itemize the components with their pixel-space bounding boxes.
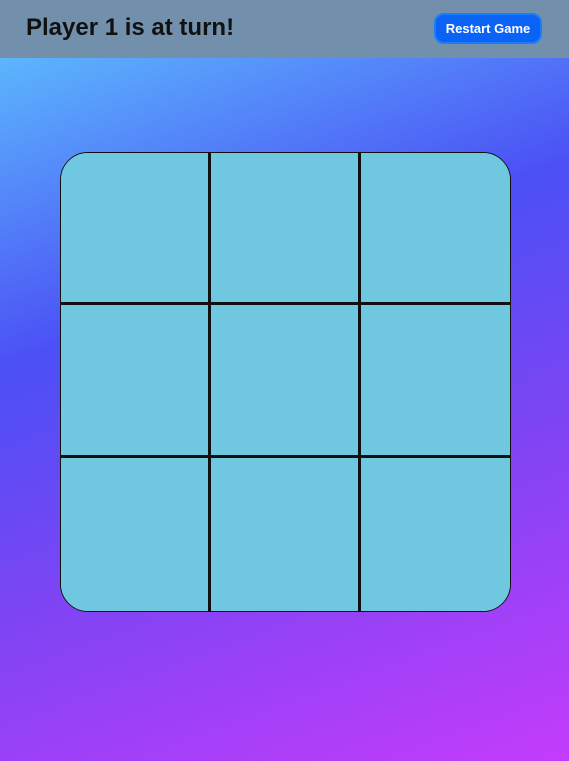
restart-game-button[interactable]: Restart Game — [434, 13, 542, 44]
game-header: Player 1 is at turn! Restart Game — [0, 0, 569, 58]
board-cell-7[interactable] — [61, 458, 211, 611]
board-cell-8[interactable] — [211, 458, 361, 611]
tic-tac-toe-board — [60, 152, 511, 612]
board-cell-4[interactable] — [61, 305, 211, 458]
turn-status: Player 1 is at turn! — [26, 14, 235, 41]
board-cell-9[interactable] — [361, 458, 510, 611]
board-cell-1[interactable] — [61, 153, 211, 305]
board-cell-3[interactable] — [361, 153, 510, 305]
board-cell-2[interactable] — [211, 153, 361, 305]
board-cell-6[interactable] — [361, 305, 510, 458]
board-cell-5[interactable] — [211, 305, 361, 458]
